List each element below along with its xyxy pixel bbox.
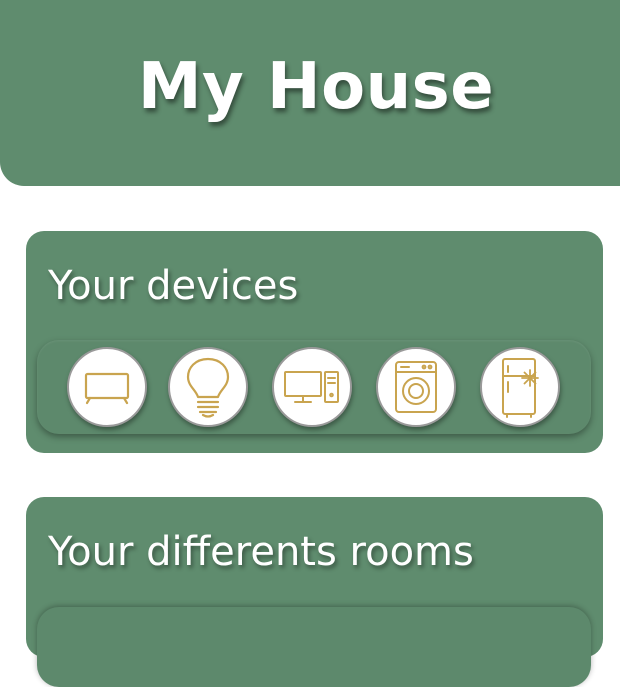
rooms-tray — [37, 607, 591, 687]
lightbulb-icon — [186, 357, 230, 418]
devices-card: Your devices — [26, 231, 603, 453]
desktop-computer-icon — [284, 371, 339, 403]
devices-tray — [37, 340, 591, 434]
tv-button[interactable] — [67, 347, 147, 427]
rooms-section-title: Your differents rooms — [48, 529, 474, 575]
header-banner: My House — [0, 0, 620, 186]
rooms-card: Your differents rooms — [26, 497, 603, 687]
washing-machine-icon — [395, 361, 437, 413]
page-title: My House — [137, 50, 495, 124]
light-button[interactable] — [168, 347, 248, 427]
fridge-icon — [502, 358, 539, 418]
computer-button[interactable] — [272, 347, 352, 427]
washing-machine-button[interactable] — [376, 347, 456, 427]
fridge-button[interactable] — [480, 347, 560, 427]
devices-section-title: Your devices — [48, 263, 299, 309]
tv-icon — [84, 372, 130, 405]
